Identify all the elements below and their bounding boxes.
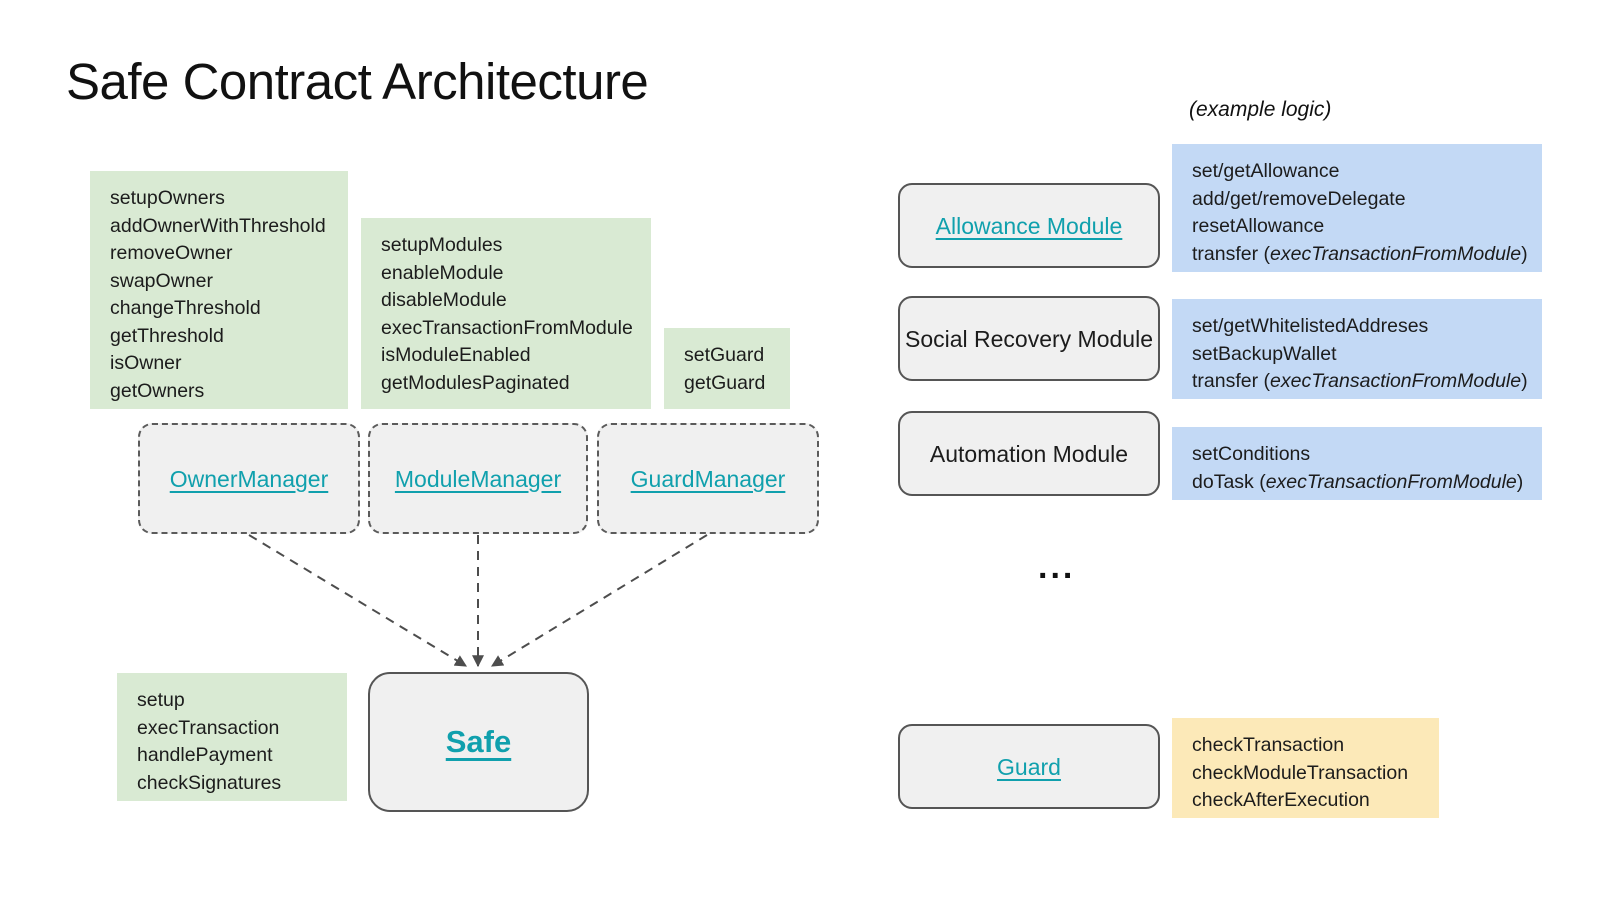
allowance-module-link[interactable]: Allowance Module xyxy=(936,211,1123,241)
method-line: enableModule xyxy=(381,261,504,284)
logic-line: checkAfterExecution xyxy=(1192,789,1370,811)
logic-line: setConditions xyxy=(1192,443,1311,465)
method-line: swapOwner xyxy=(110,269,213,292)
method-line: getThreshold xyxy=(110,324,224,347)
guard-link[interactable]: Guard xyxy=(997,752,1061,782)
guard-logic-panel: checkTransaction checkModuleTransaction … xyxy=(1172,718,1439,818)
logic-line: transfer (execTransactionFromModule) xyxy=(1192,242,1528,265)
method-line: execTransactionFromModule xyxy=(381,316,633,339)
method-line: getModulesPaginated xyxy=(381,371,570,394)
connector-guardmanager-to-safe xyxy=(490,534,708,667)
method-line: changeThreshold xyxy=(110,297,261,319)
node-safe[interactable]: Safe xyxy=(368,672,589,812)
safe-methods-panel: setup execTransaction handlePayment chec… xyxy=(117,673,347,801)
owner-manager-link[interactable]: OwnerManager xyxy=(170,464,329,494)
diagram-canvas: Safe Contract Architecture setupOwners a… xyxy=(0,0,1600,898)
guard-manager-methods-panel: setGuard getGuard xyxy=(664,328,790,409)
node-social-recovery-module[interactable]: Social Recovery Module xyxy=(898,296,1160,381)
logic-line: transfer (execTransactionFromModule) xyxy=(1192,370,1528,392)
example-logic-caption: (example logic) xyxy=(1189,98,1332,121)
method-line: setGuard xyxy=(684,344,765,366)
method-line: isOwner xyxy=(110,352,182,374)
logic-line: setBackupWallet xyxy=(1192,342,1337,365)
logic-line: add/get/removeDelegate xyxy=(1192,187,1406,210)
method-line: isModuleEnabled xyxy=(381,344,531,366)
page-title: Safe Contract Architecture xyxy=(66,53,649,110)
logic-line: resetAllowance xyxy=(1192,215,1325,237)
social-recovery-logic-panel: set/getWhitelistedAddreses setBackupWall… xyxy=(1172,299,1542,399)
node-allowance-module[interactable]: Allowance Module xyxy=(898,183,1160,268)
node-module-manager[interactable]: ModuleManager xyxy=(368,423,588,534)
method-line: setupOwners xyxy=(110,187,225,209)
safe-link[interactable]: Safe xyxy=(446,726,511,757)
more-modules-ellipsis: ... xyxy=(1038,548,1076,586)
logic-line: set/getAllowance xyxy=(1192,160,1340,182)
method-line: removeOwner xyxy=(110,242,233,264)
connector-ownermanager-to-safe xyxy=(248,534,468,667)
method-line: handlePayment xyxy=(137,744,273,766)
method-line: addOwnerWithThreshold xyxy=(110,214,326,237)
method-line: checkSignatures xyxy=(137,771,282,794)
logic-line: set/getWhitelistedAddreses xyxy=(1192,315,1429,337)
allowance-module-logic-panel: set/getAllowance add/get/removeDelegate … xyxy=(1172,144,1542,272)
automation-module-label: Automation Module xyxy=(929,440,1129,467)
method-line: setup xyxy=(137,689,185,711)
guard-manager-link[interactable]: GuardManager xyxy=(631,464,786,494)
logic-line: checkTransaction xyxy=(1192,734,1345,756)
module-manager-link[interactable]: ModuleManager xyxy=(395,464,561,494)
node-guard[interactable]: Guard xyxy=(898,724,1160,809)
method-line: getOwners xyxy=(110,379,205,402)
method-line: execTransaction xyxy=(137,716,280,739)
automation-logic-panel: setConditions doTask (execTransactionFro… xyxy=(1172,427,1542,500)
node-automation-module[interactable]: Automation Module xyxy=(898,411,1160,496)
owner-manager-methods-panel: setupOwners addOwnerWithThreshold remove… xyxy=(90,171,348,409)
module-manager-methods-panel: setupModules enableModule disableModule … xyxy=(361,218,651,409)
node-guard-manager[interactable]: GuardManager xyxy=(597,423,819,534)
method-line: disableModule xyxy=(381,289,507,311)
method-line: getGuard xyxy=(684,371,766,394)
logic-line: doTask (execTransactionFromModule) xyxy=(1192,470,1524,493)
social-recovery-module-label: Social Recovery Module xyxy=(904,325,1153,352)
node-owner-manager[interactable]: OwnerManager xyxy=(138,423,360,534)
method-line: setupModules xyxy=(381,234,503,256)
logic-line: checkModuleTransaction xyxy=(1192,761,1409,784)
